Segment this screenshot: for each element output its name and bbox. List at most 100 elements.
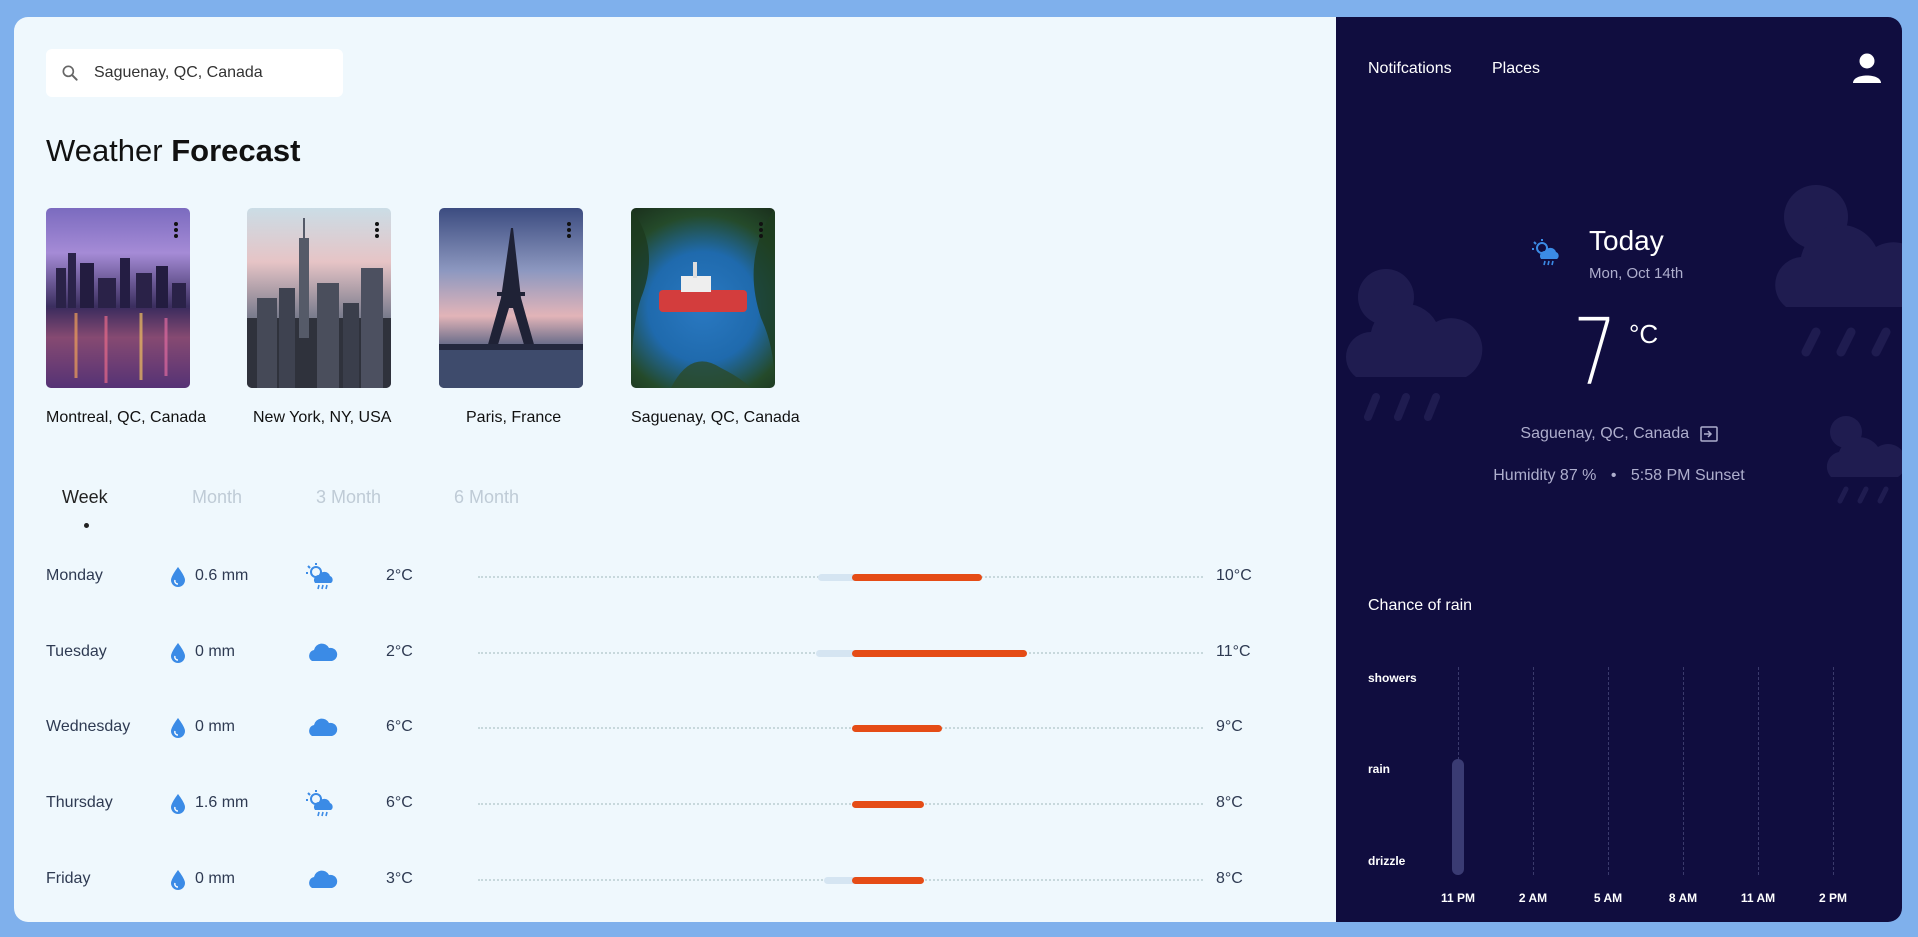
- low-temp: 6°C: [386, 718, 413, 735]
- rain-chart: showers rain drizzle 11 PM 2 AM 5 AM 8 AM 11…: [1368, 647, 1868, 907]
- place-photo[interactable]: [631, 208, 775, 388]
- cloud-icon: [309, 643, 338, 661]
- precip-amount: 0.6 mm: [195, 567, 249, 584]
- sunset-label: 5:58 PM Sunset: [1630, 467, 1745, 484]
- tab-week[interactable]: Week: [62, 487, 108, 508]
- place-card-new-york[interactable]: New York, NY, USA: [247, 208, 391, 426]
- rain-time-label: 8 AM: [1668, 891, 1698, 905]
- more-options-icon[interactable]: [375, 222, 379, 238]
- high-temp: 11°C: [1216, 643, 1251, 660]
- high-temp: 9°C: [1216, 718, 1243, 735]
- day-label: Monday: [46, 567, 103, 584]
- temp-range-hot: [852, 650, 1027, 657]
- forecast-row: Friday 0 mm 3°C 8°C: [46, 860, 1306, 900]
- cloud-sun-rain-icon: [1346, 269, 1483, 421]
- raindrop-icon: [171, 567, 185, 587]
- today-title: Today: [1589, 225, 1664, 256]
- cloud-sun-rain-icon: [1775, 185, 1902, 357]
- day-label: Thursday: [46, 794, 113, 811]
- search-input[interactable]: [94, 64, 334, 82]
- weather-meta: Humidity 87 % • 5:58 PM Sunset: [1336, 467, 1902, 485]
- nav-places[interactable]: Places: [1492, 60, 1540, 78]
- current-location: Saguenay, QC, Canada: [1336, 425, 1902, 443]
- more-options-icon[interactable]: [759, 222, 763, 238]
- day-label: Tuesday: [46, 643, 107, 660]
- place-card-saguenay[interactable]: Saguenay, QC, Canada: [631, 208, 800, 426]
- main-panel: Weather Forecast: [14, 17, 1336, 922]
- forecast-row: Wednesday 0 mm 6°C 9°C: [46, 708, 1306, 748]
- temp-range-hot: [852, 574, 982, 581]
- raindrop-icon: [171, 643, 185, 663]
- today-date: Mon, Oct 14th: [1589, 265, 1684, 282]
- forecast-row: Monday 0.6 mm 2°C 10°C: [46, 557, 1306, 597]
- raindrop-icon: [171, 718, 185, 738]
- rain-time-label: 11 PM: [1440, 891, 1476, 905]
- more-options-icon[interactable]: [174, 222, 178, 238]
- precip-amount: 0 mm: [195, 643, 235, 660]
- chance-of-rain-title: Chance of rain: [1368, 597, 1473, 614]
- login-icon[interactable]: [1699, 426, 1718, 442]
- active-tab-indicator: [84, 523, 89, 528]
- temp-range-hot: [852, 725, 942, 732]
- separator-dot: •: [1610, 467, 1617, 484]
- user-avatar-icon[interactable]: [1850, 51, 1884, 85]
- cloud-sun-rain-icon: [1532, 239, 1559, 266]
- low-temp: 2°C: [386, 643, 413, 660]
- rain-time-label: 2 AM: [1518, 891, 1548, 905]
- rain-level-label: drizzle: [1368, 854, 1406, 868]
- rain-bar: [1452, 758, 1464, 875]
- rain-time-label: 5 AM: [1593, 891, 1623, 905]
- day-label: Wednesday: [46, 718, 131, 735]
- forecast-row: Thursday 1.6 mm 6°C 8°C: [46, 784, 1306, 824]
- rain-gridline: [1758, 667, 1759, 875]
- rain-gridline: [1608, 667, 1609, 875]
- precip-amount: 0 mm: [195, 718, 235, 735]
- precip-amount: 1.6 mm: [195, 794, 249, 811]
- place-card-paris[interactable]: Paris, France: [439, 208, 583, 426]
- high-temp: 8°C: [1216, 870, 1243, 887]
- tab-6-month[interactable]: 6 Month: [454, 487, 519, 508]
- rain-gridline: [1833, 667, 1834, 875]
- day-label: Friday: [46, 870, 91, 887]
- low-temp: 2°C: [386, 567, 413, 584]
- low-temp: 6°C: [386, 794, 413, 811]
- rain-gridline: [1683, 667, 1684, 875]
- app-window: Weather Forecast: [14, 17, 1902, 922]
- place-photo[interactable]: [439, 208, 583, 388]
- location-label: Saguenay, QC, Canada: [1520, 425, 1690, 442]
- place-photo[interactable]: [46, 208, 190, 388]
- place-photo[interactable]: [247, 208, 391, 388]
- rain-level-label: rain: [1368, 762, 1391, 776]
- place-label: Saguenay, QC, Canada: [631, 409, 800, 426]
- tab-month[interactable]: Month: [192, 487, 242, 508]
- cloud-icon: [309, 870, 338, 888]
- humidity-label: Humidity 87 %: [1493, 467, 1597, 484]
- temp-range-hot: [852, 877, 924, 884]
- temp-range-cold: [816, 650, 856, 657]
- tab-3-month[interactable]: 3 Month: [316, 487, 381, 508]
- page-title: Weather Forecast: [46, 133, 301, 168]
- cloud-sun-rain-icon: [306, 790, 333, 817]
- today-panel: Notifcations Places Today Mon, Oct 14th …: [1336, 17, 1902, 922]
- raindrop-icon: [171, 870, 185, 890]
- precip-amount: 0 mm: [195, 870, 235, 887]
- high-temp: 8°C: [1216, 794, 1243, 811]
- place-label: New York, NY, USA: [253, 409, 392, 426]
- rain-level-label: showers: [1368, 671, 1417, 685]
- temperature-unit: °C: [1629, 319, 1659, 349]
- rain-time-label: 11 AM: [1740, 891, 1776, 905]
- search-icon: [62, 65, 78, 81]
- rain-time-label: 2 PM: [1818, 891, 1848, 905]
- search-bar[interactable]: [46, 49, 343, 97]
- cloud-icon: [309, 718, 338, 736]
- more-options-icon[interactable]: [567, 222, 571, 238]
- rain-gridline: [1533, 667, 1534, 875]
- nav-notifications[interactable]: Notifcations: [1368, 60, 1452, 78]
- temp-range-hot: [852, 801, 924, 808]
- high-temp: 10°C: [1216, 567, 1252, 584]
- temp-range-track: [478, 727, 1203, 729]
- raindrop-icon: [171, 794, 185, 814]
- cloud-sun-rain-icon: [306, 563, 333, 590]
- current-temperature: 7: [1573, 299, 1617, 406]
- place-card-montreal[interactable]: Montreal, QC, Canada: [46, 208, 206, 426]
